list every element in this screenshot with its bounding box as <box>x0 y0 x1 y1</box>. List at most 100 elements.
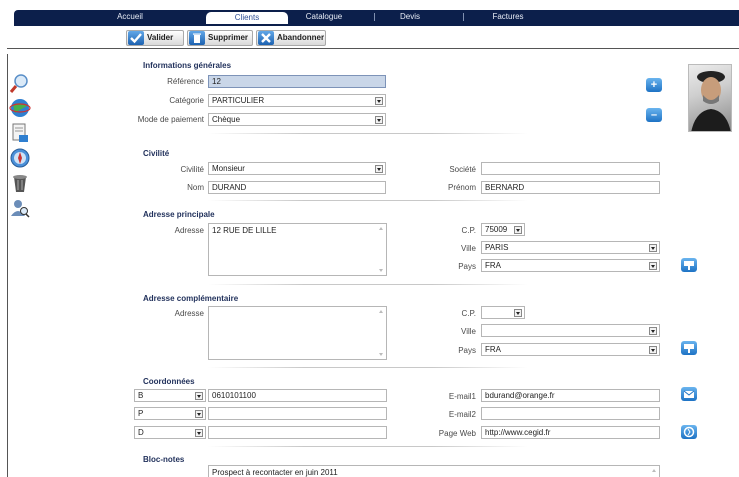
map-sign-icon[interactable] <box>681 341 697 355</box>
extra-country-select[interactable]: FRA <box>481 343 660 356</box>
scroll-up-icon[interactable] <box>379 310 383 313</box>
phone-type-select[interactable]: B <box>134 389 206 402</box>
category-select[interactable]: PARTICULIER <box>208 94 386 107</box>
toolbar-divider <box>7 48 739 49</box>
web-globe-icon[interactable] <box>681 425 697 439</box>
civility-select[interactable]: Monsieur <box>208 162 386 175</box>
firstname-field[interactable]: BERNARD <box>481 181 660 194</box>
scroll-down-icon[interactable] <box>379 353 383 356</box>
civility-label: Civilité <box>180 165 204 174</box>
address-value: 12 RUE DE LILLE <box>212 226 277 235</box>
section-title-civility: Civilité <box>143 149 170 158</box>
delete-button[interactable]: Supprimer <box>187 30 253 46</box>
nav-separator <box>463 13 464 21</box>
address-textarea[interactable]: 12 RUE DE LILLE <box>208 223 387 276</box>
company-label: Société <box>449 165 476 174</box>
phone-type-value: P <box>138 409 144 418</box>
email1-label: E-mail1 <box>448 392 476 401</box>
email2-field[interactable] <box>481 407 660 420</box>
lastname-field[interactable]: DURAND <box>208 181 386 194</box>
reference-field[interactable]: 12 <box>208 75 386 88</box>
civility-value: Monsieur <box>212 164 245 173</box>
city-label: Ville <box>461 244 476 253</box>
email1-field[interactable]: bdurand@orange.fr <box>481 389 660 402</box>
chevron-down-icon[interactable] <box>649 262 657 270</box>
firstname-label: Prénom <box>447 183 476 192</box>
cancel-label: Abandonner <box>277 33 325 42</box>
tab-clients[interactable]: Clients <box>206 12 288 24</box>
category-label: Catégorie <box>169 96 204 105</box>
chevron-down-icon[interactable] <box>514 309 522 317</box>
web-label: Page Web <box>438 429 476 438</box>
minus-icon[interactable]: – <box>646 108 662 122</box>
city-value: PARIS <box>485 243 509 252</box>
extra-city-select[interactable] <box>481 324 660 337</box>
phone-type-select[interactable]: P <box>134 407 206 420</box>
extra-zip-select[interactable] <box>481 306 525 319</box>
phone-field[interactable] <box>208 407 387 420</box>
phone-field[interactable]: 0610101100 <box>208 389 387 402</box>
extra-country-value: FRA <box>485 345 501 354</box>
tab-accueil[interactable]: Accueil <box>100 10 160 24</box>
section-divider <box>208 446 528 447</box>
delete-label: Supprimer <box>208 33 249 42</box>
chevron-down-icon[interactable] <box>195 392 203 400</box>
scroll-up-icon[interactable] <box>379 227 383 230</box>
compass-icon[interactable] <box>9 147 31 169</box>
zip-label: C.P. <box>461 226 476 235</box>
check-icon <box>128 31 144 45</box>
close-icon <box>258 31 274 45</box>
phone-type-value: B <box>138 391 144 400</box>
lastname-label: Nom <box>187 183 204 192</box>
tab-factures[interactable]: Factures <box>480 10 536 24</box>
chevron-down-icon[interactable] <box>649 346 657 354</box>
scroll-down-icon[interactable] <box>379 269 383 272</box>
cancel-button[interactable]: Abandonner <box>256 30 326 46</box>
document-icon[interactable] <box>9 122 31 144</box>
address-label: Adresse <box>174 226 204 235</box>
section-title-contact: Coordonnées <box>143 377 195 386</box>
extra-zip-label: C.P. <box>461 309 476 318</box>
city-select[interactable]: PARIS <box>481 241 660 254</box>
user-search-icon[interactable] <box>9 197 31 219</box>
chevron-down-icon[interactable] <box>375 116 383 124</box>
chevron-down-icon[interactable] <box>375 97 383 105</box>
chevron-down-icon[interactable] <box>375 165 383 173</box>
chevron-down-icon[interactable] <box>649 244 657 252</box>
chevron-down-icon[interactable] <box>195 429 203 437</box>
section-divider <box>208 367 528 368</box>
chevron-down-icon[interactable] <box>649 327 657 335</box>
map-sign-icon[interactable] <box>681 258 697 272</box>
sidebar-divider <box>7 54 8 477</box>
reference-label: Référence <box>167 77 204 86</box>
mail-icon[interactable] <box>681 387 697 401</box>
chevron-down-icon[interactable] <box>195 410 203 418</box>
company-field[interactable] <box>481 162 660 175</box>
country-label: Pays <box>458 262 476 271</box>
phone-field[interactable] <box>208 426 387 439</box>
globe-icon[interactable] <box>9 97 31 119</box>
country-select[interactable]: FRA <box>481 259 660 272</box>
payment-label: Mode de paiement <box>137 115 204 124</box>
web-field[interactable]: http://www.cegid.fr <box>481 426 660 439</box>
trash-bin-icon[interactable] <box>9 172 31 194</box>
section-divider <box>208 133 528 134</box>
notes-value: Prospect à recontacter en juin 2011 <box>212 468 338 477</box>
plus-icon[interactable]: + <box>646 78 662 92</box>
notes-textarea[interactable]: Prospect à recontacter en juin 2011 <box>208 465 660 477</box>
chevron-down-icon[interactable] <box>514 226 522 234</box>
category-value: PARTICULIER <box>212 96 265 105</box>
section-title-general: Informations générales <box>143 61 232 70</box>
tab-devis[interactable]: Devis <box>390 10 430 24</box>
search-icon[interactable] <box>9 72 31 94</box>
payment-select[interactable]: Chèque <box>208 113 386 126</box>
client-photo <box>688 64 732 132</box>
scroll-up-icon[interactable] <box>652 469 656 472</box>
validate-button[interactable]: Valider <box>126 30 184 46</box>
phone-type-select[interactable]: D <box>134 426 206 439</box>
extra-address-textarea[interactable] <box>208 306 387 360</box>
section-title-notes: Bloc-notes <box>143 455 185 464</box>
nav-separator <box>374 13 375 21</box>
zip-select[interactable]: 75009 <box>481 223 525 236</box>
tab-catalogue[interactable]: Catalogue <box>292 10 356 24</box>
